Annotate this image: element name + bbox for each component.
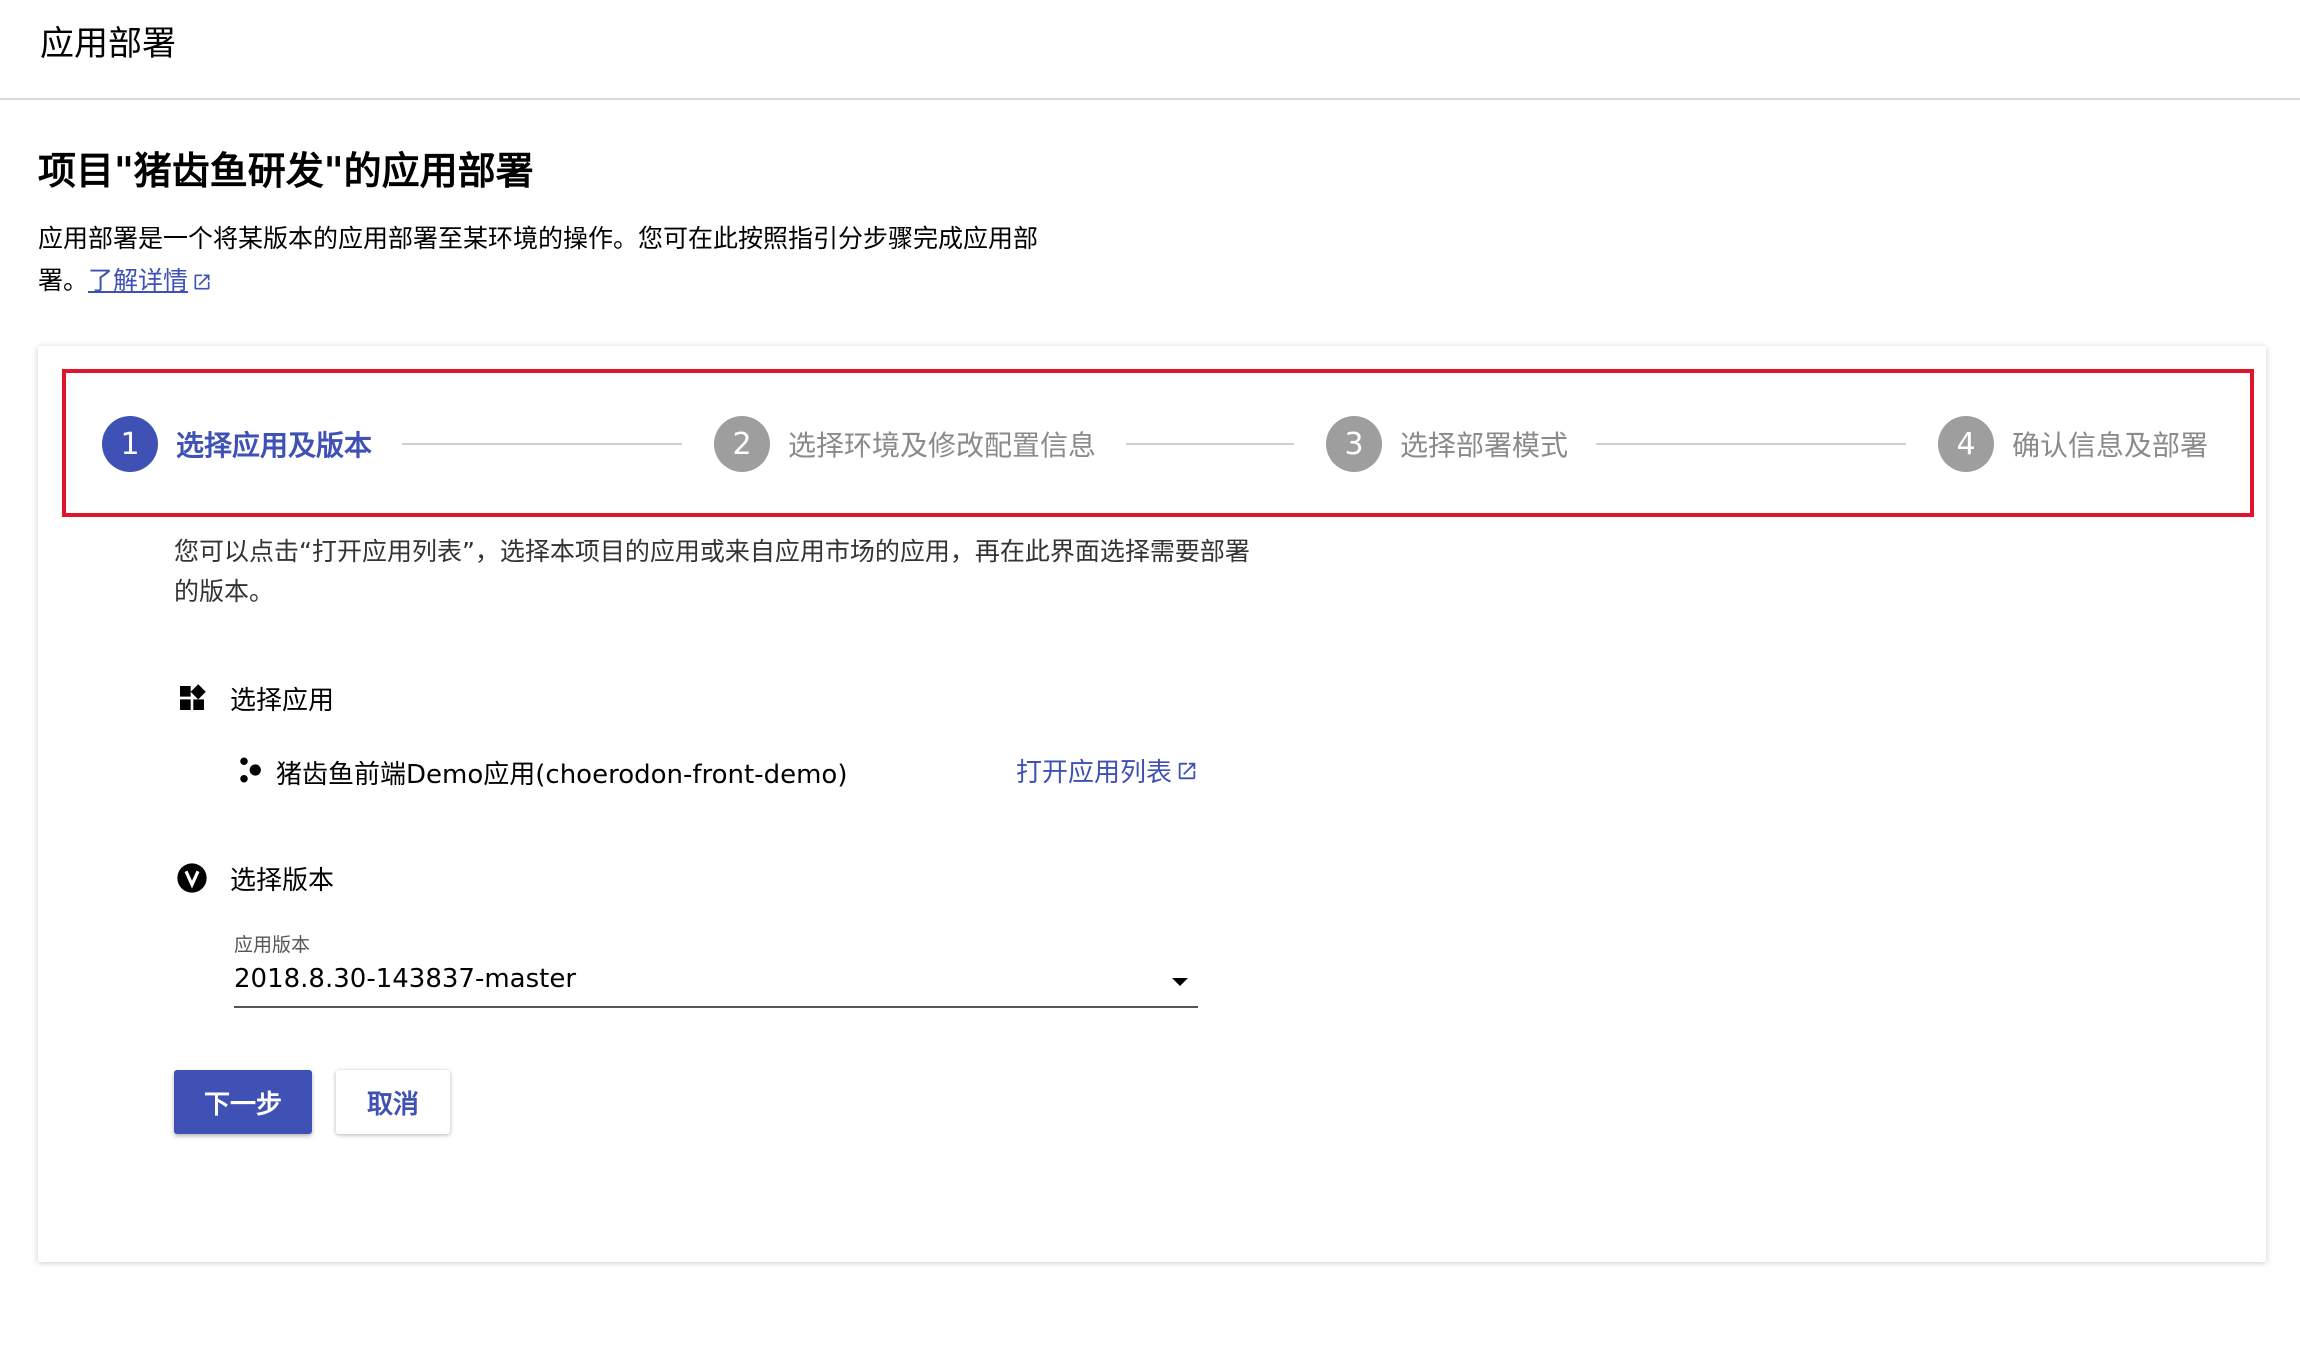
step-1-number: 1 [102,416,158,472]
step-2-number: 2 [714,416,770,472]
step-connector [402,443,682,445]
step-2-label: 选择环境及修改配置信息 [788,429,1097,462]
next-button[interactable]: 下一步 [174,1070,312,1134]
step-3-label: 选择部署模式 [1400,429,1569,462]
app-icon [234,755,264,789]
stepper: 1 选择应用及版本 2 选择环境及修改配置信息 3 选择部署模式 4 确认信息及… [62,369,2254,517]
step-3[interactable]: 3 选择部署模式 [1326,416,1568,472]
version-icon [174,860,210,896]
widgets-icon [174,680,210,716]
step-connector [1126,443,1294,445]
select-app-heading: 选择应用 [174,678,334,718]
select-version-heading: 选择版本 [174,858,334,898]
top-bar-title: 应用部署 [40,24,176,64]
step-1[interactable]: 1 选择应用及版本 [102,416,372,472]
page-description: 应用部署是一个将某版本的应用部署至某环境的操作。您可在此按照指引分步骤完成应用部… [38,218,1078,302]
select-version-label: 选择版本 [230,865,335,896]
step-4-label: 确认信息及部署 [2012,429,2209,462]
step-4[interactable]: 4 确认信息及部署 [1938,416,2208,472]
external-link-icon [194,274,210,290]
version-select[interactable]: 应用版本 2018.8.30-143837-master [234,930,1198,1008]
step-1-label: 选择应用及版本 [176,429,373,462]
step-connector [1596,443,1906,445]
learn-more-link[interactable]: 了解详情 [88,266,212,295]
version-select-label: 应用版本 [234,934,311,956]
version-select-value: 2018.8.30-143837-master [234,964,577,994]
step-hint: 您可以点击“打开应用列表”，选择本项目的应用或来自应用市场的应用，再在此界面选择… [174,537,1250,606]
external-link-icon [1178,762,1196,779]
step-2[interactable]: 2 选择环境及修改配置信息 [714,416,1096,472]
step-3-number: 3 [1326,416,1382,472]
caret-down-icon [1172,978,1188,986]
cancel-button[interactable]: 取消 [336,1070,450,1134]
top-bar: 应用部署 [0,0,2300,100]
open-app-list-link[interactable]: 打开应用列表 [1016,752,1198,789]
selected-app-name: 猪齿鱼前端Demo应用(choerodon-front-demo) [276,759,848,790]
step-4-number: 4 [1938,416,1994,472]
select-app-label: 选择应用 [230,685,335,716]
selected-app: 猪齿鱼前端Demo应用(choerodon-front-demo) [234,754,847,790]
page-title: 项目"猪齿鱼研发"的应用部署 [38,149,534,193]
